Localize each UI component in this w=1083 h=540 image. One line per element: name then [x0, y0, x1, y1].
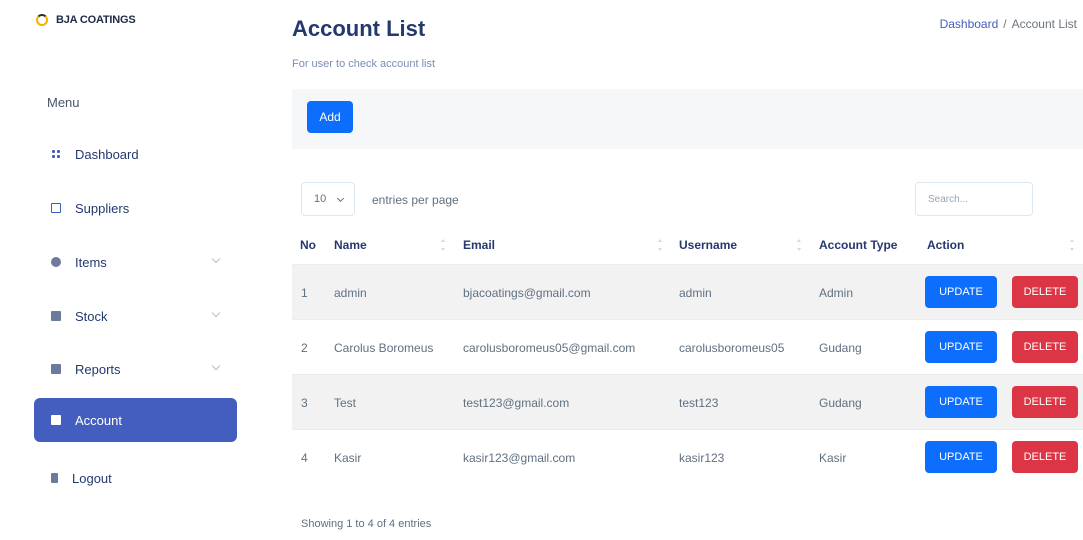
- sidebar-item-stock[interactable]: Stock: [34, 294, 237, 338]
- sidebar-item-label: Reports: [75, 361, 121, 377]
- sort-icon[interactable]: [441, 239, 446, 251]
- delete-button[interactable]: DELETE: [1012, 441, 1078, 473]
- cell-no: 1: [301, 286, 308, 300]
- sidebar-item-reports[interactable]: Reports: [34, 347, 237, 391]
- delete-button[interactable]: DELETE: [1012, 331, 1078, 363]
- update-button[interactable]: UPDATE: [925, 276, 997, 308]
- column-header-name[interactable]: Name: [334, 238, 367, 252]
- sidebar-item-label: Items: [75, 254, 107, 270]
- entries-per-page-label: entries per page: [372, 193, 459, 207]
- chevron-down-icon: [211, 254, 221, 264]
- sidebar-item-items[interactable]: Items: [34, 240, 237, 284]
- sidebar-item-label: Dashboard: [75, 146, 139, 162]
- sidebar-item-logout[interactable]: Logout: [34, 456, 237, 500]
- sidebar-item-label: Stock: [75, 308, 108, 324]
- update-button[interactable]: UPDATE: [925, 386, 997, 418]
- stack-icon: [51, 311, 61, 321]
- sidebar-item-label: Account: [75, 412, 122, 428]
- breadcrumb-dashboard-link[interactable]: Dashboard: [940, 17, 999, 31]
- brand-name: BJA COATINGS: [56, 14, 136, 26]
- cell-username: kasir123: [679, 451, 725, 465]
- breadcrumb-separator: /: [1003, 17, 1007, 31]
- chevron-down-icon: [336, 194, 345, 203]
- sidebar-item-account[interactable]: Account: [34, 398, 237, 442]
- column-header-no[interactable]: No: [300, 238, 316, 252]
- cell-no: 4: [301, 451, 308, 465]
- column-header-username[interactable]: Username: [679, 238, 737, 252]
- entries-per-page-value: 10: [314, 193, 327, 205]
- table-header: No Name Email Username Account Type Acti…: [292, 226, 1083, 264]
- account-table: No Name Email Username Account Type Acti…: [292, 226, 1083, 484]
- cell-account-type: Kasir: [819, 451, 847, 465]
- sidebar-item-dashboard[interactable]: Dashboard: [34, 132, 237, 176]
- delete-button[interactable]: DELETE: [1012, 276, 1078, 308]
- table-row: 3 Test test123@gmail.com test123 Gudang …: [292, 374, 1083, 429]
- cell-name: Carolus Boromeus: [334, 341, 434, 355]
- sort-icon[interactable]: [658, 239, 663, 251]
- cell-email: bjacoatings@gmail.com: [463, 286, 591, 300]
- sidebar-item-suppliers[interactable]: Suppliers: [34, 186, 237, 230]
- cell-name: Kasir: [334, 451, 362, 465]
- table-row: 1 admin bjacoatings@gmail.com admin Admi…: [292, 264, 1083, 319]
- cell-email: kasir123@gmail.com: [463, 451, 576, 465]
- menu-title: Menu: [47, 95, 80, 110]
- sidebar: BJA COATINGS Menu Dashboard Suppliers It…: [0, 0, 260, 540]
- cell-email: test123@gmail.com: [463, 396, 570, 410]
- update-button[interactable]: UPDATE: [925, 331, 997, 363]
- column-header-account-type[interactable]: Account Type: [819, 238, 897, 252]
- brand[interactable]: BJA COATINGS: [36, 14, 136, 26]
- table-info: Showing 1 to 4 of 4 entries: [301, 518, 432, 530]
- chevron-down-icon: [211, 361, 221, 371]
- sort-icon[interactable]: [1070, 239, 1075, 251]
- cell-email: carolusboromeus05@gmail.com: [463, 341, 636, 355]
- page-subtitle: For user to check account list: [292, 58, 436, 70]
- column-header-email[interactable]: Email: [463, 238, 495, 252]
- cell-name: Test: [334, 396, 357, 410]
- delete-button[interactable]: DELETE: [1012, 386, 1078, 418]
- cell-no: 3: [301, 396, 308, 410]
- column-header-action[interactable]: Action: [927, 238, 964, 252]
- file-icon: [51, 364, 61, 374]
- sidebar-item-label: Suppliers: [75, 200, 130, 216]
- cell-account-type: Admin: [819, 286, 854, 300]
- breadcrumb: Dashboard / Account List: [940, 17, 1077, 31]
- cell-username: carolusboromeus05: [679, 341, 785, 355]
- account-icon: [51, 415, 61, 425]
- box-icon: [51, 257, 61, 267]
- entries-per-page-select[interactable]: 10: [301, 182, 355, 216]
- sidebar-item-label: Logout: [72, 470, 112, 486]
- page-title: Account List: [292, 16, 426, 41]
- grid-icon: [51, 149, 61, 159]
- cell-username: test123: [679, 396, 719, 410]
- table-row: 2 Carolus Boromeus carolusboromeus05@gma…: [292, 319, 1083, 374]
- monitor-icon: [51, 203, 61, 213]
- cell-account-type: Gudang: [819, 396, 862, 410]
- update-button[interactable]: UPDATE: [925, 441, 997, 473]
- cell-name: admin: [334, 286, 367, 300]
- add-bar: Add: [292, 89, 1083, 149]
- breadcrumb-current: Account List: [1011, 17, 1077, 31]
- sort-icon[interactable]: [797, 239, 802, 251]
- cell-account-type: Gudang: [819, 341, 862, 355]
- add-button[interactable]: Add: [307, 101, 353, 133]
- cell-no: 2: [301, 341, 308, 355]
- brand-logo-icon: [36, 14, 48, 26]
- search-input[interactable]: [915, 182, 1033, 216]
- door-icon: [51, 473, 58, 483]
- cell-username: admin: [679, 286, 712, 300]
- chevron-down-icon: [211, 308, 221, 318]
- table-row: 4 Kasir kasir123@gmail.com kasir123 Kasi…: [292, 429, 1083, 484]
